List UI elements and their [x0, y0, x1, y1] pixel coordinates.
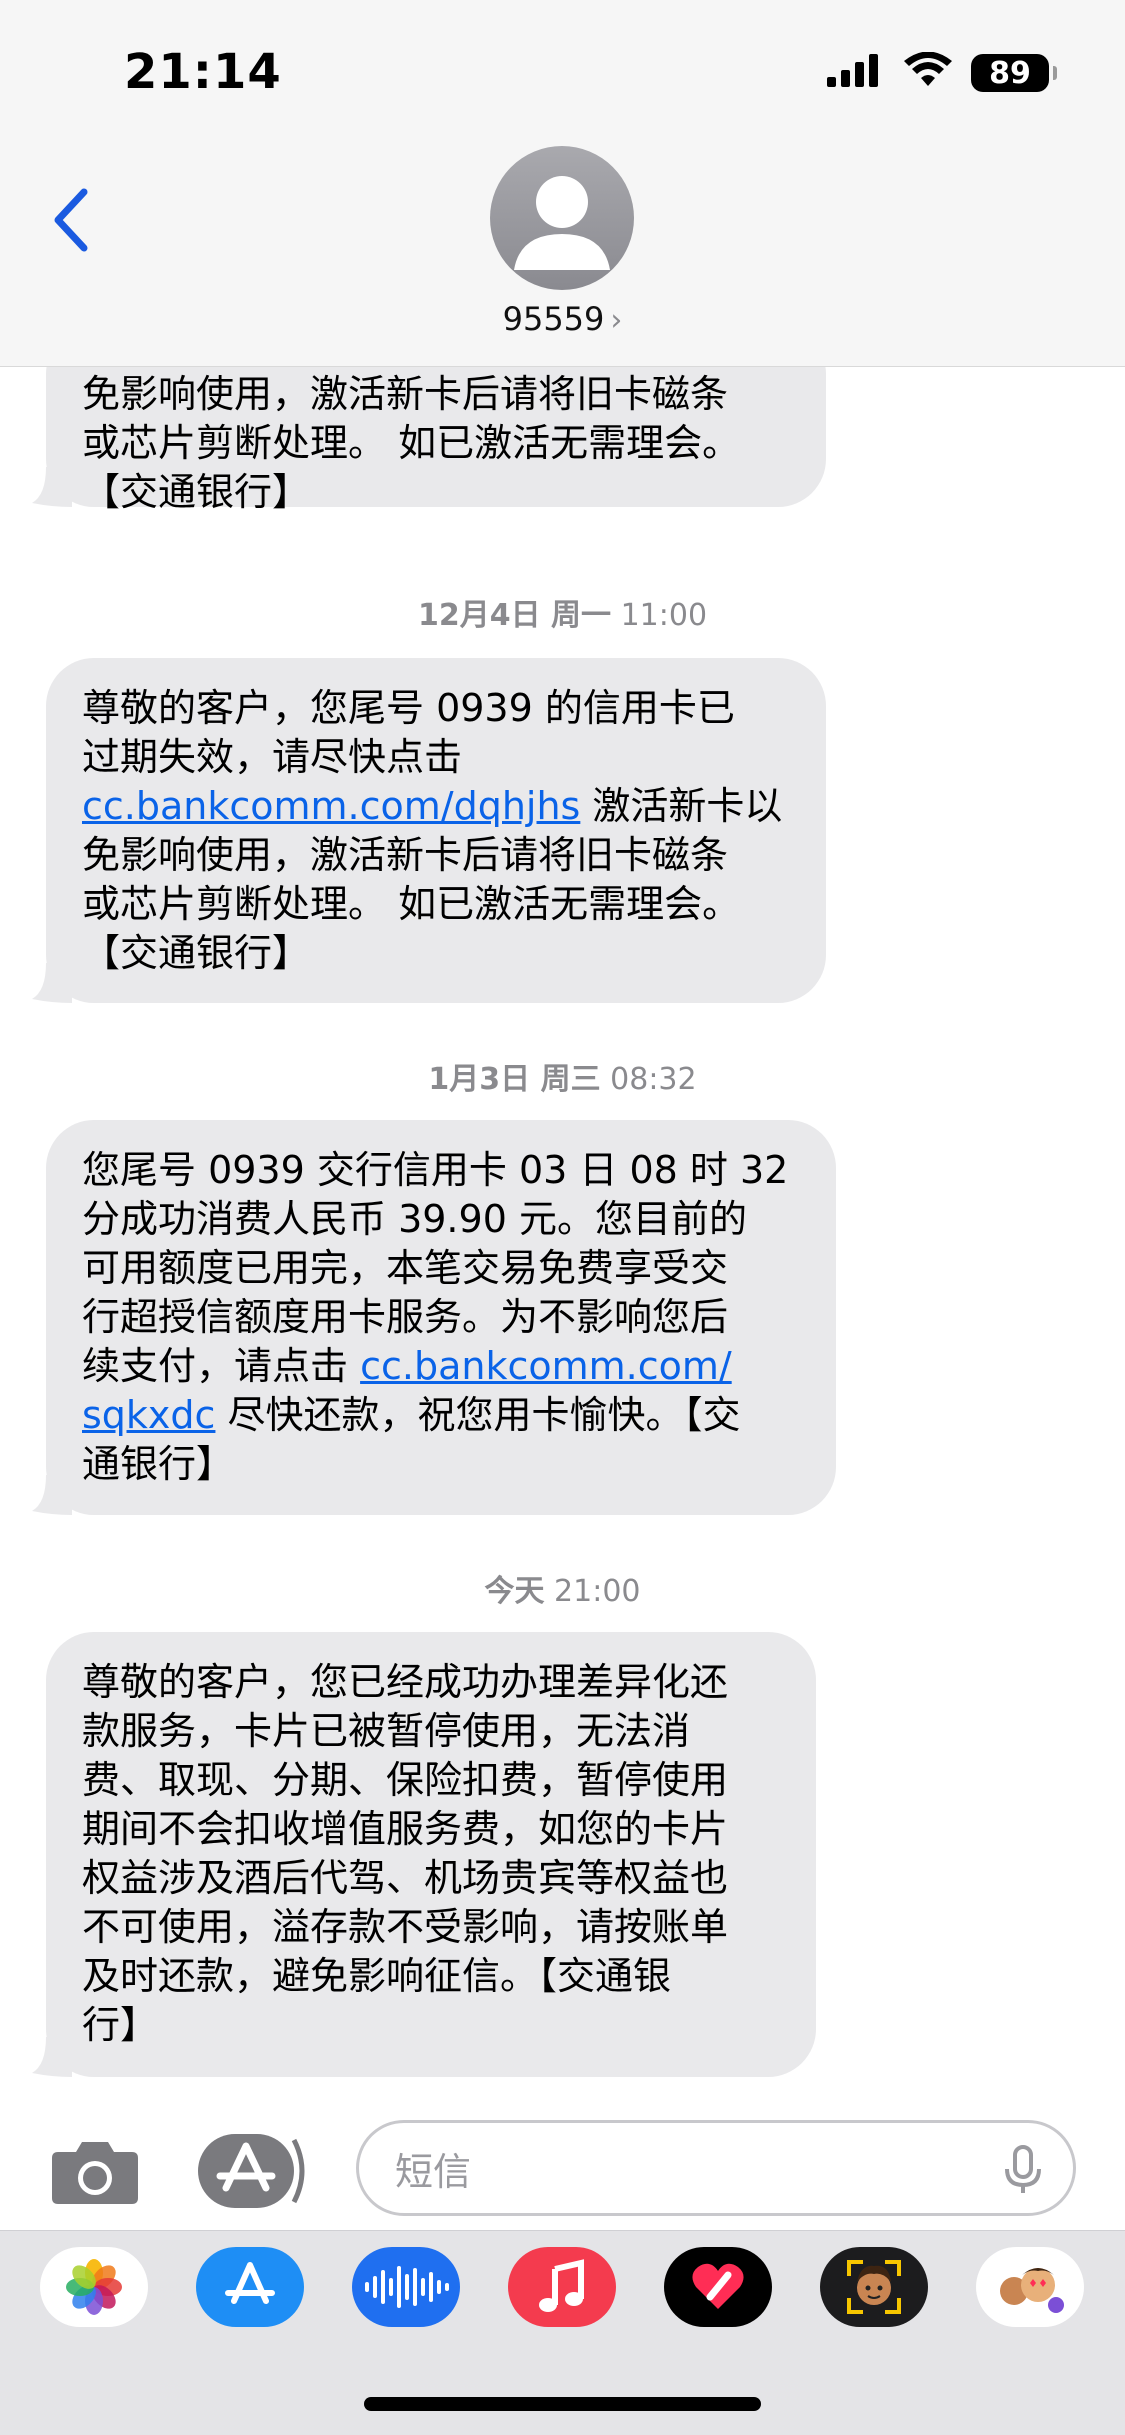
message-composer: 短信: [0, 2106, 1125, 2230]
message-link[interactable]: sqkxdc: [82, 1393, 215, 1437]
message-line: 【交通银行】: [82, 470, 311, 514]
imessage-app-drawer: [0, 2230, 1125, 2435]
message-input[interactable]: 短信: [356, 2120, 1076, 2216]
message-line: 过期失效，请尽快点击: [82, 735, 463, 779]
camera-button[interactable]: [50, 2136, 140, 2206]
contact-avatar[interactable]: [490, 146, 634, 290]
message-line: 及时还款，避免影响征信。【交通银: [82, 1954, 672, 1998]
timestamp-divider: 1月3日 周三 08:32: [428, 1062, 697, 1097]
cellular-signal-icon: [825, 53, 885, 93]
message-line: 可用额度已用完，本笔交易免费享受交: [82, 1246, 729, 1290]
message-line: 免影响使用，激活新卡后请将旧卡磁条: [82, 833, 729, 877]
heart-icon: [692, 2263, 744, 2309]
camera-icon: [52, 2142, 138, 2204]
message-line: 权益涉及酒后代驾、机场贵宾等权益也: [82, 1856, 729, 1900]
message-line: 【交通银行】: [82, 931, 311, 975]
microphone-icon[interactable]: [1003, 2145, 1043, 2195]
memoji-app[interactable]: [820, 2247, 928, 2327]
wifi-icon: [903, 51, 953, 94]
message-line: 通银行】: [82, 1442, 235, 1486]
message-line: cc.bankcomm.com/dqhjhs 激活新卡以: [82, 784, 783, 828]
battery-level: 89: [989, 55, 1031, 91]
status-time: 21:14: [124, 44, 282, 100]
message-line: sqkxdc 尽快还款，祝您用卡愉快。【交: [82, 1393, 741, 1437]
app-store-app[interactable]: [196, 2247, 304, 2327]
music-note-icon: [539, 2259, 584, 2312]
back-button[interactable]: [40, 180, 100, 260]
message-line: 行】: [82, 2003, 159, 2047]
memoji-stickers-icon: [1000, 2268, 1064, 2313]
battery-indicator: 89: [971, 54, 1057, 92]
message-line: 款服务，卡片已被暂停使用，无法消: [82, 1709, 691, 1753]
chevron-right-icon: ›: [610, 303, 623, 338]
app-store-button[interactable]: [198, 2130, 306, 2212]
message-line: 续支付，请点击 cc.bankcomm.com/: [82, 1344, 732, 1388]
message-input-placeholder: 短信: [395, 2149, 472, 2194]
message-line: 您尾号 0939 交行信用卡 03 日 08 时 32: [82, 1148, 789, 1192]
message-bubble[interactable]: 尊敬的客户，您已经成功办理差异化还 款服务，卡片已被暂停使用，无法消 费、取现、…: [32, 1632, 816, 2077]
bubble-tail: [32, 467, 72, 507]
home-indicator[interactable]: [364, 2397, 761, 2411]
message-line: 分成功消费人民币 39.90 元。您目前的: [82, 1197, 747, 1241]
message-line: 或芯片剪断处理。 如已激活无需理会。: [82, 421, 741, 465]
status-icons: 89: [825, 51, 1057, 94]
app-store-icon: [198, 2134, 305, 2208]
music-app[interactable]: [508, 2247, 616, 2327]
message-bubble[interactable]: 免影响使用，激活新卡后请将旧卡磁条 或芯片剪断处理。 如已激活无需理会。 【交通…: [32, 366, 826, 514]
message-line: 或芯片剪断处理。 如已激活无需理会。: [82, 882, 741, 926]
timestamp-divider: 今天 21:00: [484, 1574, 641, 1609]
waveform-icon: [365, 2266, 449, 2308]
message-link[interactable]: cc.bankcomm.com/dqhjhs: [82, 784, 580, 828]
digital-touch-app[interactable]: [664, 2247, 772, 2327]
timestamp-divider: 12月4日 周一 11:00: [417, 598, 708, 633]
chevron-left-icon: [54, 188, 88, 252]
contact-name[interactable]: 95559 ›: [0, 300, 1125, 338]
bubble-tail: [32, 2037, 72, 2077]
message-line: 尊敬的客户，您尾号 0939 的信用卡已: [82, 686, 735, 730]
message-line: 费、取现、分期、保险扣费，暂停使用: [82, 1758, 729, 1802]
app-store-icon: [225, 2262, 275, 2304]
person-icon: [514, 176, 610, 270]
message-line: 不可使用，溢存款不受影响，请按账单: [82, 1905, 729, 1949]
message-link[interactable]: cc.bankcomm.com/: [360, 1344, 732, 1388]
memoji-stickers-app[interactable]: [976, 2247, 1084, 2327]
messages-screen: 21:14 89 95559 › 免影响使用，激活新卡后请将旧卡磁条 或芯片剪断…: [0, 0, 1125, 2435]
message-bubble[interactable]: 您尾号 0939 交行信用卡 03 日 08 时 32 分成功消费人民币 39.…: [32, 1120, 836, 1515]
message-bubble[interactable]: 尊敬的客户，您尾号 0939 的信用卡已 过期失效，请尽快点击 cc.bankc…: [32, 658, 826, 1003]
bubble-tail: [32, 963, 72, 1003]
bubble-tail: [32, 1475, 72, 1515]
audio-message-app[interactable]: [352, 2247, 460, 2327]
photos-app[interactable]: [40, 2247, 148, 2327]
message-thread[interactable]: 免影响使用，激活新卡后请将旧卡磁条 或芯片剪断处理。 如已激活无需理会。 【交通…: [0, 366, 1125, 2106]
message-line: 行超授信额度用卡服务。为不影响您后: [82, 1295, 729, 1339]
photos-icon: [66, 2259, 122, 2315]
message-line: 期间不会扣收增值服务费，如您的卡片: [82, 1807, 729, 1851]
message-line: 尊敬的客户，您已经成功办理差异化还: [82, 1660, 729, 1704]
message-line: 免影响使用，激活新卡后请将旧卡磁条: [82, 372, 729, 416]
memoji-face-icon: [847, 2260, 901, 2314]
conversation-header: 21:14 89 95559 ›: [0, 0, 1125, 367]
